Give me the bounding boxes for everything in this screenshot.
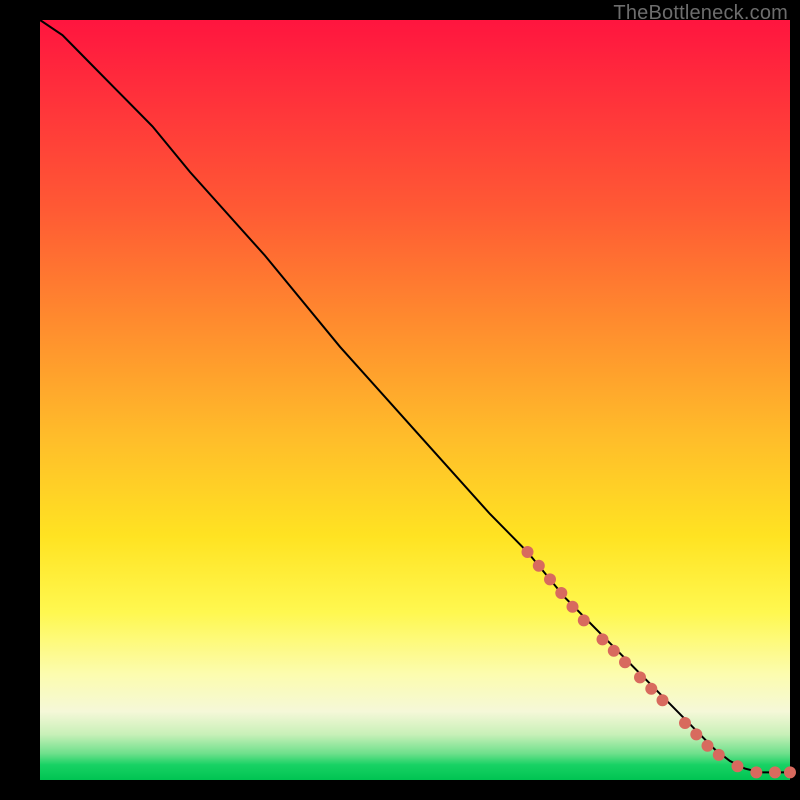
curve-marker xyxy=(533,560,545,572)
curve-marker xyxy=(645,683,657,695)
curve-marker xyxy=(567,601,579,613)
chart-svg xyxy=(40,20,790,780)
curve-marker xyxy=(544,573,556,585)
curve-marker xyxy=(634,671,646,683)
curve-marker xyxy=(732,760,744,772)
chart-frame: TheBottleneck.com xyxy=(0,0,800,800)
curve-marker xyxy=(679,717,691,729)
curve-marker xyxy=(619,656,631,668)
curve-marker xyxy=(608,645,620,657)
curve-marker xyxy=(750,766,762,778)
curve-marker xyxy=(657,694,669,706)
curve-marker xyxy=(690,728,702,740)
curve-marker xyxy=(597,633,609,645)
curve-marker xyxy=(578,614,590,626)
curve-marker xyxy=(713,749,725,761)
curve-marker xyxy=(702,740,714,752)
curve-marker xyxy=(784,766,796,778)
plot-area xyxy=(40,20,790,780)
curve-marker xyxy=(522,546,534,558)
bottleneck-curve xyxy=(40,20,790,772)
curve-marker xyxy=(555,587,567,599)
curve-marker xyxy=(769,766,781,778)
curve-markers xyxy=(522,546,797,778)
